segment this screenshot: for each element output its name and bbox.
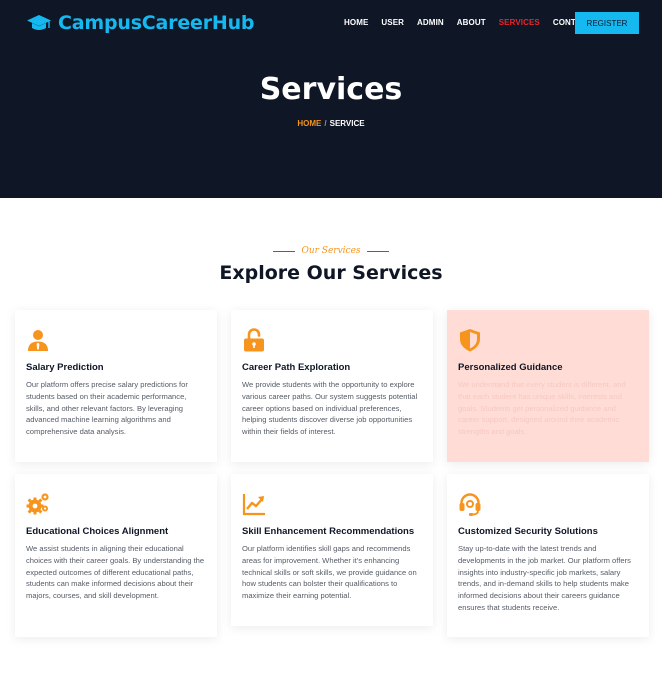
brand-logo[interactable]: CampusCareerHub <box>26 10 255 36</box>
service-card-salary-prediction[interactable]: Salary Prediction Our platform offers pr… <box>15 310 217 462</box>
main-nav: HOME USER ADMIN ABOUT SERVICES CONTACT <box>344 18 592 27</box>
service-description: We understand that every student is diff… <box>458 380 626 437</box>
nav-about[interactable]: ABOUT <box>457 18 486 27</box>
service-card-skill-enhancement[interactable]: Skill Enhancement Recommendations Our pl… <box>231 474 433 626</box>
tag-line-right <box>366 250 389 252</box>
breadcrumb-current: SERVICE <box>329 119 365 128</box>
service-description: Our platform identifies skill gaps and r… <box>242 544 417 601</box>
service-description: Stay up-to-date with the latest trends a… <box>458 544 631 612</box>
shield-icon <box>460 329 480 352</box>
section-tag: Our Services <box>0 246 662 256</box>
service-card-career-path[interactable]: Career Path Exploration We provide stude… <box>231 310 433 462</box>
section-tag-label: Our Services <box>301 246 361 256</box>
service-card-personalized-guidance[interactable]: Personalized Guidance We understand that… <box>447 310 649 462</box>
breadcrumb: HOME / SERVICE <box>0 119 662 128</box>
service-description: We assist students in aligning their edu… <box>26 544 205 601</box>
nav-user[interactable]: USER <box>381 18 404 27</box>
service-description: We provide students with the opportunity… <box>242 380 418 437</box>
headset-icon <box>459 493 481 516</box>
nav-home[interactable]: HOME <box>344 18 368 27</box>
breadcrumb-home[interactable]: HOME <box>297 119 321 128</box>
service-title: Customized Security Solutions <box>458 526 598 537</box>
service-title: Salary Prediction <box>26 362 104 373</box>
service-title: Educational Choices Alignment <box>26 526 169 537</box>
hero-banner: CampusCareerHub HOME USER ADMIN ABOUT SE… <box>0 0 662 198</box>
page-title: Services <box>259 72 403 107</box>
graduation-cap-icon <box>27 15 51 30</box>
service-title: Skill Enhancement Recommendations <box>242 526 415 537</box>
service-title: Personalized Guidance <box>458 362 563 373</box>
brand-name: CampusCareerHub <box>58 12 255 34</box>
nav-admin[interactable]: ADMIN <box>417 18 444 27</box>
register-button[interactable]: REGISTER <box>575 12 639 34</box>
unlock-icon <box>244 328 264 352</box>
tag-line-left <box>273 250 296 252</box>
user-tie-icon <box>28 330 48 351</box>
service-card-educational-choices[interactable]: Educational Choices Alignment We assist … <box>15 474 217 637</box>
section-title: Explore Our Services <box>219 262 443 284</box>
chart-line-icon <box>242 494 265 516</box>
service-description: Our platform offers precise salary predi… <box>26 380 188 437</box>
breadcrumb-separator: / <box>324 119 327 128</box>
gears-icon <box>26 493 49 515</box>
nav-services[interactable]: SERVICES <box>499 18 540 27</box>
service-title: Career Path Exploration <box>242 362 351 373</box>
service-card-security-solutions[interactable]: Customized Security Solutions Stay up-to… <box>447 474 649 637</box>
